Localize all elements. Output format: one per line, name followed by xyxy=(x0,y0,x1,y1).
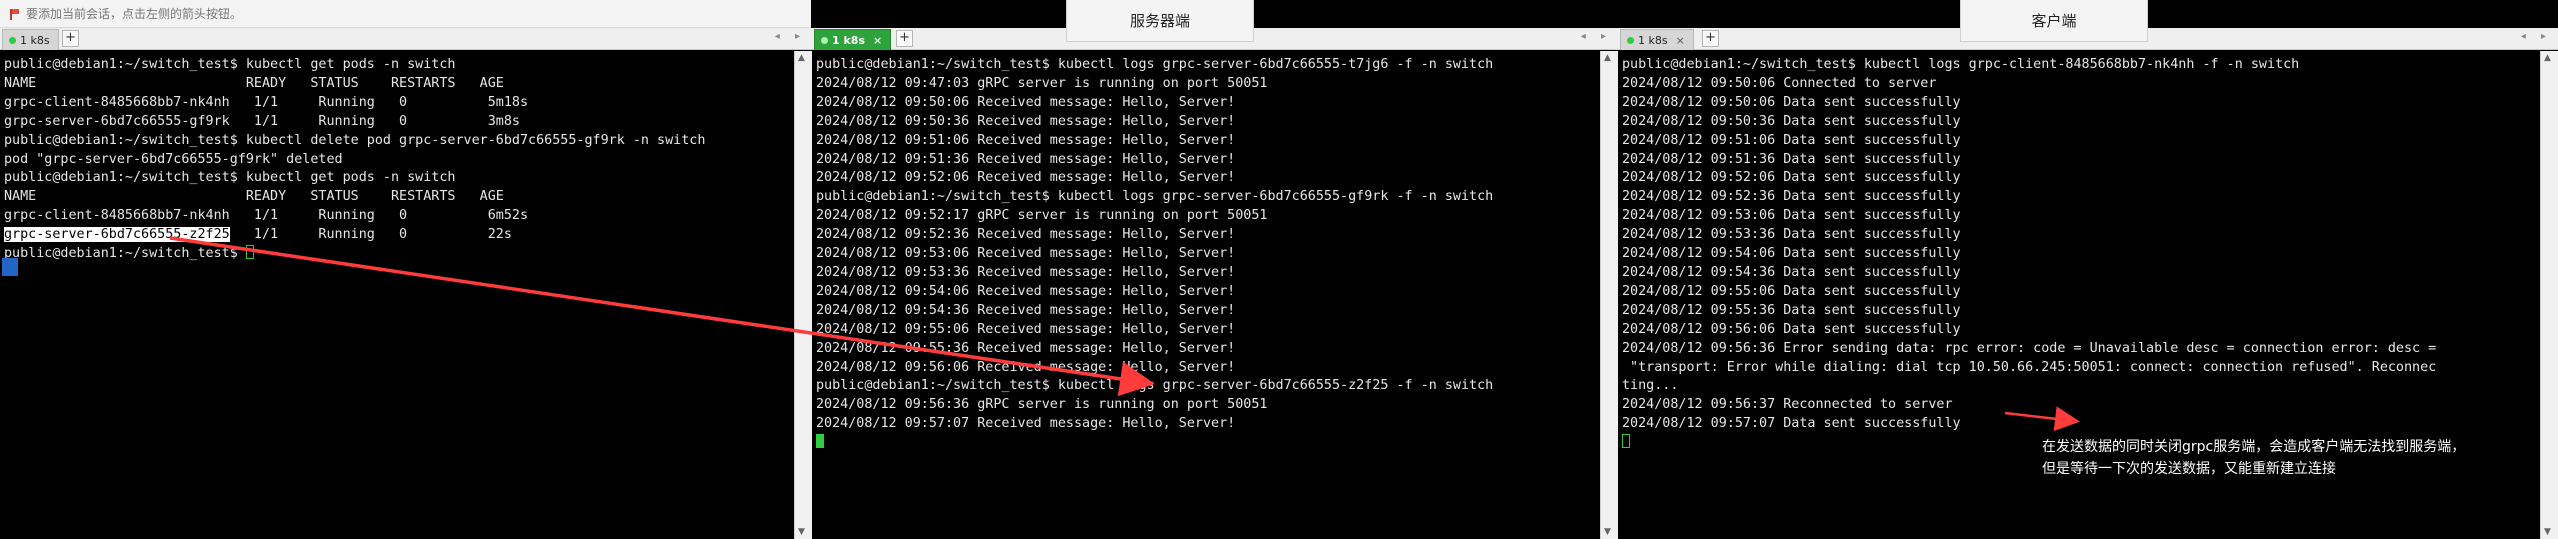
terminal-line: 2024/08/12 09:54:36 Received message: He… xyxy=(816,302,1236,318)
terminal-line: grpc-server-6bd7c66555-gf9rk 1/1 Running… xyxy=(4,113,520,129)
server-terminal-text: public@debian1:~/switch_test$ kubectl lo… xyxy=(812,51,1600,453)
terminal-prompt: public@debian1:~/switch_test$ xyxy=(4,246,246,262)
middle-scrollbar[interactable]: ▲ ▼ xyxy=(1600,51,1618,539)
terminal-line: 2024/08/12 09:47:03 gRPC server is runni… xyxy=(816,75,1268,91)
terminal-line: public@debian1:~/switch_test$ kubectl lo… xyxy=(816,189,1494,205)
terminal-line: public@debian1:~/switch_test$ kubectl ge… xyxy=(4,57,456,72)
server-terminal-output[interactable]: public@debian1:~/switch_test$ kubectl lo… xyxy=(812,51,1600,539)
terminal-line: grpc-client-8485668bb7-nk4nh 1/1 Running… xyxy=(4,94,529,110)
annotation-line-2: 但是等待一下次的发送数据，又能重新建立连接 xyxy=(2042,461,2336,477)
add-tab-button[interactable]: + xyxy=(896,30,913,47)
terminal-line: 2024/08/12 09:53:36 Data sent successful… xyxy=(1622,227,1961,243)
terminal-line: 2024/08/12 09:50:36 Data sent successful… xyxy=(1622,113,1961,129)
terminal-line: 2024/08/12 09:51:36 Data sent successful… xyxy=(1622,151,1961,167)
terminal-line: 2024/08/12 09:51:06 Received message: He… xyxy=(816,132,1236,148)
terminal-line: 2024/08/12 09:55:36 Received message: He… xyxy=(816,340,1236,356)
selected-pod-name: grpc-server-6bd7c66555-z2f25 xyxy=(4,227,230,243)
terminal-line: 2024/08/12 09:54:06 Data sent successful… xyxy=(1622,246,1961,262)
tab-k8s-client[interactable]: 1 k8s × xyxy=(1620,29,1694,50)
terminal-line: 2024/08/12 09:54:36 Data sent successful… xyxy=(1622,264,1961,280)
terminal-line: 2024/08/12 09:57:07 Received message: He… xyxy=(816,416,1236,432)
terminal-line: 2024/08/12 09:56:36 gRPC server is runni… xyxy=(816,397,1268,413)
scroll-down-icon[interactable]: ▼ xyxy=(798,527,805,537)
terminal-line: public@debian1:~/switch_test$ kubectl de… xyxy=(4,132,706,148)
scroll-up-icon[interactable]: ▲ xyxy=(1604,53,1611,63)
server-label: 服务器端 xyxy=(1066,0,1254,42)
status-dot-icon xyxy=(821,36,828,44)
terminal-line: 1/1 Running 0 22s xyxy=(229,227,512,243)
terminal-line: 2024/08/12 09:50:06 Data sent successful… xyxy=(1622,94,1961,110)
tab-k8s-server[interactable]: 1 k8s × xyxy=(814,29,892,50)
tab-nav-arrows-icon[interactable]: ◂ ▸ xyxy=(2521,31,2552,42)
terminal-line: 2024/08/12 09:55:36 Data sent successful… xyxy=(1622,302,1961,318)
terminal-line: public@debian1:~/switch_test$ kubectl lo… xyxy=(1622,57,2300,72)
cursor-icon xyxy=(1622,434,1630,449)
terminal-line: 2024/08/12 09:53:06 Data sent successful… xyxy=(1622,208,1961,224)
terminal-line: 2024/08/12 09:51:36 Received message: He… xyxy=(816,151,1236,167)
terminal-line: public@debian1:~/switch_test$ kubectl lo… xyxy=(816,378,1494,394)
terminal-line: 2024/08/12 09:52:36 Received message: He… xyxy=(816,227,1236,243)
terminal-line: 2024/08/12 09:52:17 gRPC server is runni… xyxy=(816,208,1268,224)
left-terminal-output[interactable]: public@debian1:~/switch_test$ kubectl ge… xyxy=(0,51,794,539)
terminal-line: 2024/08/12 09:55:06 Data sent successful… xyxy=(1622,283,1961,299)
terminal-line: 2024/08/12 09:57:07 Data sent successful… xyxy=(1622,416,1961,432)
terminal-line: public@debian1:~/switch_test$ kubectl ge… xyxy=(4,170,456,186)
terminal-line: 2024/08/12 09:56:37 Reconnected to serve… xyxy=(1622,397,1953,413)
scroll-up-icon[interactable]: ▲ xyxy=(2544,53,2551,63)
scroll-up-icon[interactable]: ▲ xyxy=(798,53,805,63)
add-tab-button[interactable]: + xyxy=(1702,30,1719,47)
left-scrollbar[interactable]: ▲ ▼ xyxy=(794,51,812,539)
annotation-note: 在发送数据的同时关闭grpc服务端，会造成客户端无法找到服务端， 但是等待一下次… xyxy=(2042,436,2465,480)
annotation-line-1: 在发送数据的同时关闭grpc服务端，会造成客户端无法找到服务端， xyxy=(2042,439,2466,455)
terminal-line: 2024/08/12 09:56:06 Received message: He… xyxy=(816,359,1236,375)
terminal-line: "transport: Error while dialing: dial tc… xyxy=(1622,359,2437,375)
selection-mark xyxy=(2,258,18,276)
cursor-icon xyxy=(245,245,254,260)
terminal-line: 2024/08/12 09:50:06 Connected to server xyxy=(1622,75,1937,91)
terminal-line: 2024/08/12 09:50:36 Received message: He… xyxy=(816,113,1236,129)
status-dot-icon xyxy=(1627,36,1634,44)
terminal-line: 2024/08/12 09:53:36 Received message: He… xyxy=(816,264,1236,280)
terminal-line: NAME READY STATUS RESTARTS AGE xyxy=(4,75,504,91)
terminal-line: 2024/08/12 09:56:06 Data sent successful… xyxy=(1622,321,1961,337)
close-icon[interactable]: × xyxy=(1676,34,1685,47)
terminal-line: pod "grpc-server-6bd7c66555-gf9rk" delet… xyxy=(4,151,343,167)
left-terminal-text: public@debian1:~/switch_test$ kubectl ge… xyxy=(0,51,794,264)
server-terminal-pane: 1 k8s × + ◂ ▸ public@debian1:~/switch_te… xyxy=(812,0,1618,539)
scroll-down-icon[interactable]: ▼ xyxy=(2544,527,2551,537)
tab-k8s-left[interactable]: 1 k8s xyxy=(2,29,59,50)
terminal-line: 2024/08/12 09:53:06 Received message: He… xyxy=(816,246,1236,262)
close-icon[interactable]: × xyxy=(873,34,882,47)
terminal-line: public@debian1:~/switch_test$ kubectl lo… xyxy=(816,57,1494,72)
tab-nav-arrows-icon[interactable]: ◂ ▸ xyxy=(775,31,806,42)
terminal-line: ting... xyxy=(1622,378,1679,394)
left-terminal-pane: 1 k8s + ◂ ▸ public@debian1:~/switch_test… xyxy=(0,0,812,539)
client-label: 客户端 xyxy=(1960,0,2148,42)
terminal-line: 2024/08/12 09:54:06 Received message: He… xyxy=(816,283,1236,299)
right-scrollbar[interactable]: ▲ ▼ xyxy=(2540,51,2558,539)
tab-nav-arrows-icon[interactable]: ◂ ▸ xyxy=(1581,31,1612,42)
scroll-down-icon[interactable]: ▼ xyxy=(1604,527,1611,537)
terminal-line: 2024/08/12 09:52:06 Data sent successful… xyxy=(1622,170,1961,186)
status-dot-icon xyxy=(9,36,16,44)
cursor-icon xyxy=(816,434,824,449)
terminal-line: 2024/08/12 09:56:36 Error sending data: … xyxy=(1622,340,2437,356)
client-terminal-text: public@debian1:~/switch_test$ kubectl lo… xyxy=(1618,51,2540,453)
left-tab-bar: 1 k8s + ◂ ▸ xyxy=(0,28,812,50)
terminal-line: 2024/08/12 09:55:06 Received message: He… xyxy=(816,321,1236,337)
terminal-line: 2024/08/12 09:52:36 Data sent successful… xyxy=(1622,189,1961,205)
terminal-line: 2024/08/12 09:51:06 Data sent successful… xyxy=(1622,132,1961,148)
terminal-line: 2024/08/12 09:50:06 Received message: He… xyxy=(816,94,1236,110)
terminal-line: NAME READY STATUS RESTARTS AGE xyxy=(4,189,504,205)
terminal-line: grpc-client-8485668bb7-nk4nh 1/1 Running… xyxy=(4,208,529,224)
add-tab-button[interactable]: + xyxy=(62,30,79,47)
terminal-line: 2024/08/12 09:52:06 Received message: He… xyxy=(816,170,1236,186)
